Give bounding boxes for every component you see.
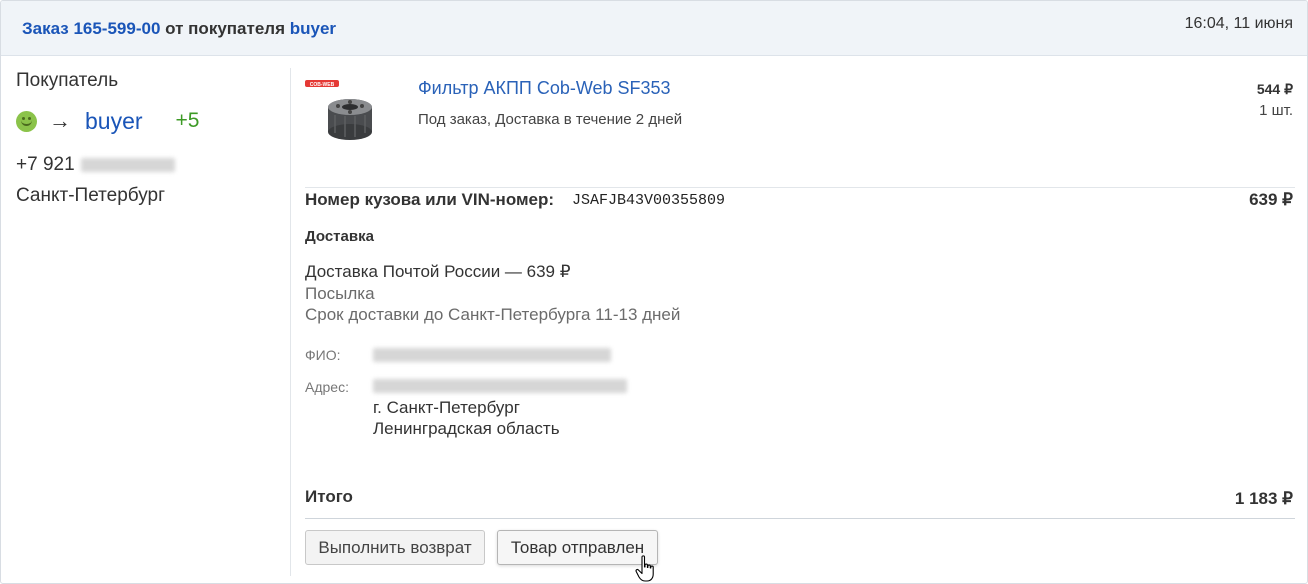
fio-redacted	[373, 348, 611, 362]
header-buyer-link[interactable]: buyer	[290, 19, 336, 38]
buyer-city: Санкт-Петербург	[16, 185, 166, 206]
arrow-icon: →	[49, 108, 71, 133]
vin-row: Номер кузова или VIN-номер: JSAFJB43V003…	[305, 190, 1295, 210]
delivery-term: Срок доставки до Санкт-Петербурга 11-13 …	[305, 305, 681, 324]
address-redacted	[373, 379, 627, 393]
vin-price: 639 ₽	[1249, 190, 1293, 209]
address-label: Адрес:	[305, 379, 349, 395]
order-from-text: от покупателя	[165, 19, 286, 38]
total-divider	[305, 518, 1295, 519]
phone-prefix: +7 921	[16, 154, 75, 175]
item-shipped-button[interactable]: Товар отправлен	[497, 530, 658, 565]
product-image[interactable]: COB-WEB	[305, 77, 395, 147]
total-value: 1 183 ₽	[1234, 489, 1293, 508]
vin-label: Номер кузова или VIN-номер:	[305, 190, 555, 209]
address-region: Ленинградская область	[373, 419, 560, 438]
buyer-panel: Покупатель → buyer +5 +7 921 Санкт-Петер…	[1, 57, 291, 583]
product-price: 544 ₽	[1256, 81, 1293, 97]
buyer-heading: Покупатель	[16, 70, 119, 91]
product-quantity: 1 шт.	[1259, 102, 1293, 119]
delivery-heading: Доставка	[305, 228, 374, 245]
delivery-type: Посылка	[305, 284, 375, 303]
buyer-phone: +7 921	[16, 154, 175, 176]
order-title: Заказ 165-599-00 от покупателя buyer	[22, 19, 336, 39]
fio-value	[373, 348, 611, 367]
address-city: г. Санкт-Петербург	[373, 398, 520, 417]
order-link[interactable]: Заказ 165-599-00	[22, 19, 160, 38]
delivery-method: Доставка Почтой России — 639 ₽	[305, 262, 571, 281]
hand-cursor-icon	[635, 555, 654, 582]
product-status: Под заказ, Доставка в течение 2 дней	[418, 111, 683, 128]
product-title-link[interactable]: Фильтр АКПП Cob-Web SF353	[418, 78, 671, 99]
phone-redacted	[80, 158, 175, 172]
buyer-name-link[interactable]: buyer	[85, 108, 143, 135]
section-divider	[305, 187, 1295, 188]
return-button[interactable]: Выполнить возврат	[305, 530, 485, 565]
address-street	[373, 379, 627, 398]
order-header: Заказ 165-599-00 от покупателя buyer 16:…	[1, 1, 1307, 56]
product-image-label: COB-WEB	[310, 82, 335, 88]
smiley-icon	[16, 110, 37, 132]
column-divider	[290, 68, 291, 576]
order-datetime: 16:04, 11 июня	[1184, 15, 1293, 32]
total-label: Итого	[305, 487, 353, 506]
buyer-rating: +5	[175, 109, 200, 132]
buyer-row: → buyer +5	[16, 107, 200, 135]
order-card: Заказ 165-599-00 от покупателя buyer 16:…	[0, 0, 1308, 584]
vin-value: JSAFJB43V00355809	[572, 192, 726, 209]
fio-label: ФИО:	[305, 347, 341, 363]
